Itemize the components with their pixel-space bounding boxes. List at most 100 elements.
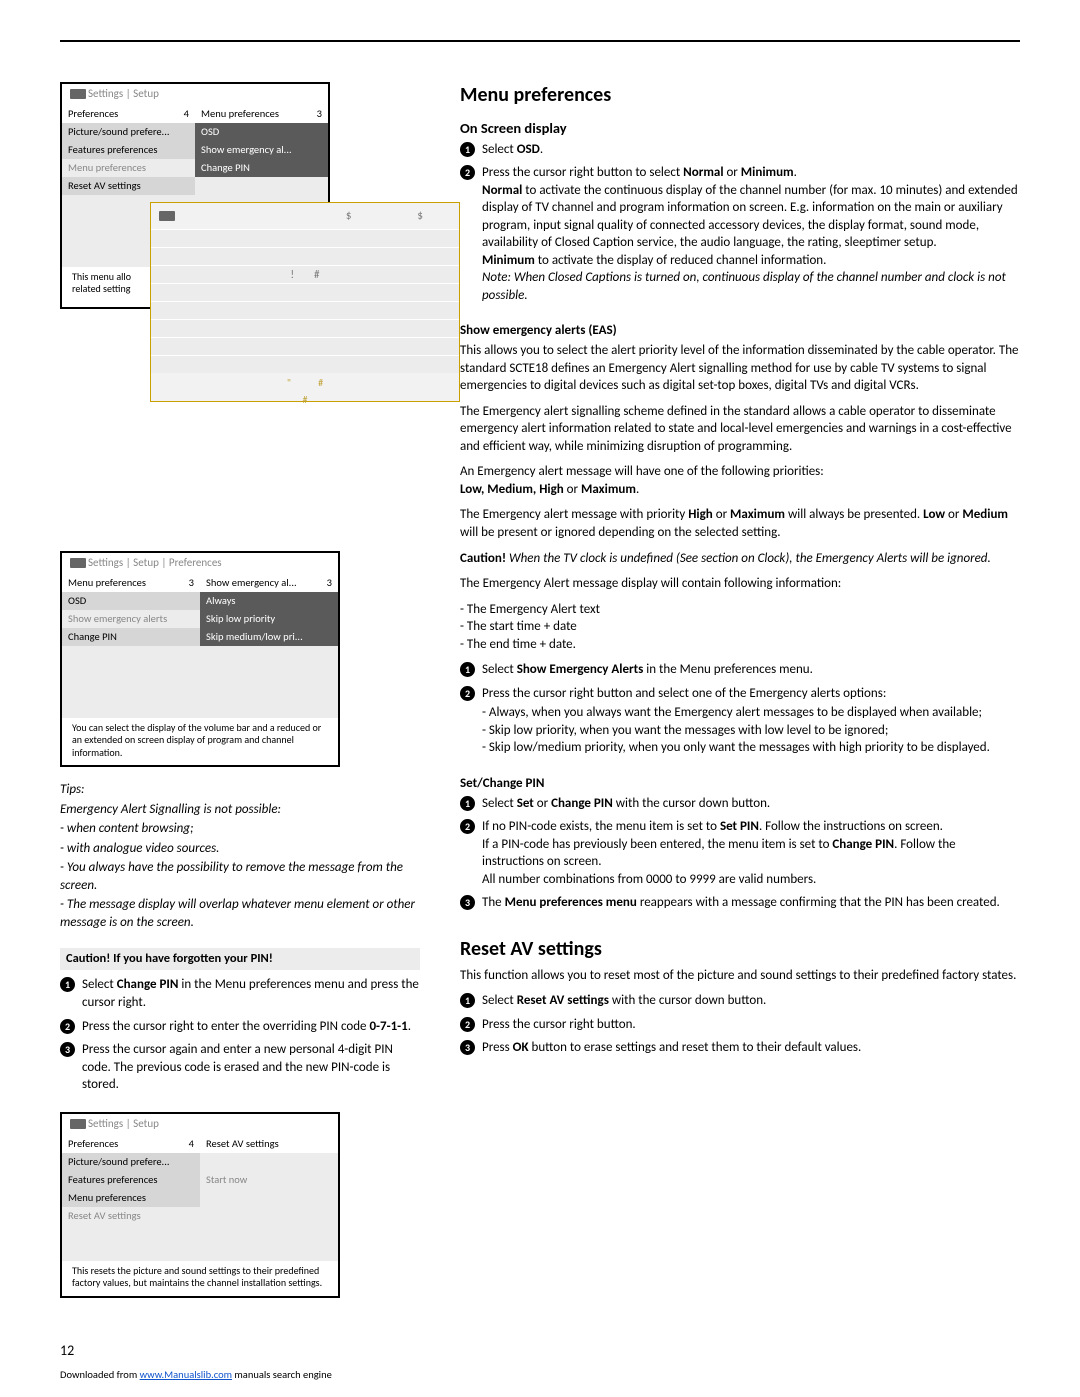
list-item: Always	[200, 592, 338, 610]
body-text: The Emergency alert signalling scheme de…	[460, 403, 1020, 456]
left-column: Settings | Setup Preferences 4 Picture/so…	[60, 82, 420, 1312]
caution-text: Caution! When the TV clock is undefined …	[460, 550, 1020, 568]
list-item: Skip low priority, when you want the mes…	[482, 722, 1020, 740]
col-header: Show emergency al...	[206, 576, 297, 590]
body-text: The Emergency Alert message display will…	[460, 575, 1020, 593]
heading-osd: On Screen display	[460, 119, 1020, 139]
tips-line: Emergency Alert Signalling is not possib…	[60, 801, 420, 819]
tips-title: Tips:	[60, 781, 420, 799]
step-3: The Menu preferences menu reappears with…	[460, 894, 1020, 912]
heading-set-change-pin: Set/Change PIN	[460, 775, 1020, 793]
caption-text: This menu allo	[72, 270, 131, 283]
list-item: Features preferences	[62, 141, 195, 159]
reset-steps: Select Reset AV settings with the cursor…	[460, 992, 1020, 1057]
body-text: This allows you to select the alert prio…	[460, 342, 1020, 395]
heading-menu-preferences: Menu preferences	[460, 82, 1020, 109]
heading-reset-av: Reset AV settings	[460, 936, 1020, 963]
step-1: Select Change PIN in the Menu preference…	[60, 976, 420, 1011]
horizontal-rule	[60, 40, 1020, 42]
caption-text: related setting	[72, 282, 130, 295]
overlay-symbol: #	[318, 376, 323, 389]
tv-icon	[159, 211, 175, 221]
overlay-symbol: "	[287, 376, 291, 389]
caption-text: This resets the picture and sound settin…	[62, 1261, 338, 1296]
tips-line: - You always have the possibility to rem…	[60, 859, 420, 894]
tv-icon	[70, 558, 86, 568]
list-item: Skip low priority	[200, 610, 338, 628]
menu-screenshot-3: Settings | Setup Preferences4 Picture/so…	[60, 1112, 340, 1298]
right-column: Menu preferences On Screen display Selec…	[460, 82, 1020, 1312]
step-2: If no PIN-code exists, the menu item is …	[460, 818, 1020, 888]
menu-screenshot-1-wrap: Settings | Setup Preferences 4 Picture/so…	[60, 82, 420, 533]
tv-icon	[70, 89, 86, 99]
list-item: Change PIN	[62, 628, 200, 646]
list-item: Skip medium/low pri...	[200, 628, 338, 646]
list-item: Show emergency al...	[195, 141, 328, 159]
list-item: Reset AV settings	[62, 177, 195, 195]
step-1: Select Set or Change PIN with the cursor…	[460, 795, 1020, 813]
tips-line: - The message display will overlap whate…	[60, 896, 420, 931]
step-1: Select OSD.	[460, 141, 1020, 159]
list-item: Reset AV settings	[62, 1207, 200, 1225]
step-2: Press the cursor right button.	[460, 1016, 1020, 1034]
col-badge: 3	[317, 107, 322, 121]
col-badge: 4	[189, 1137, 194, 1151]
col-header: Preferences	[68, 107, 118, 121]
list-item: Start now	[200, 1171, 338, 1189]
overlay-symbol: #	[314, 268, 319, 281]
pin-steps: Select Set or Change PIN with the cursor…	[460, 795, 1020, 912]
breadcrumb: Settings | Setup | Preferences	[88, 556, 222, 569]
step-3: Press the cursor again and enter a new p…	[60, 1041, 420, 1094]
list-item: The end time + date.	[460, 636, 1020, 654]
col-header: Menu preferences	[201, 107, 279, 121]
page-number: 12	[60, 1342, 1020, 1361]
note-text: Note: When Closed Captions is turned on,…	[482, 270, 1006, 303]
step-1: Select Reset AV settings with the cursor…	[460, 992, 1020, 1010]
overlay-symbol: $	[417, 209, 423, 224]
step-2: Press the cursor right to enter the over…	[60, 1018, 420, 1036]
list-item: Picture/sound prefere...	[62, 123, 195, 141]
list-item: OSD	[195, 123, 328, 141]
two-column-layout: Settings | Setup Preferences 4 Picture/so…	[60, 82, 1020, 1312]
list-item: Skip low/medium priority, when you only …	[482, 739, 1020, 757]
step-1: Select Show Emergency Alerts in the Menu…	[460, 661, 1020, 679]
list-item: Features preferences	[62, 1171, 200, 1189]
col-header: Reset AV settings	[206, 1137, 279, 1151]
step-3: Press OK button to erase settings and re…	[460, 1039, 1020, 1057]
tips-line: - with analogue video sources.	[60, 840, 420, 858]
caption-text: You can select the display of the volume…	[62, 718, 338, 766]
breadcrumb: Settings | Setup	[88, 1117, 159, 1130]
col-badge: 3	[189, 576, 194, 590]
caution-bar: Caution! If you have forgotten your PIN!	[60, 948, 420, 971]
overlay-symbol: #	[303, 393, 308, 406]
list-item: Always, when you always want the Emergen…	[482, 704, 1020, 722]
body-text: An Emergency alert message will have one…	[460, 463, 1020, 498]
overlay-popup: $ $ ! # " # #	[150, 202, 460, 402]
col-badge: 4	[184, 107, 189, 121]
tips-block: Tips: Emergency Alert Signalling is not …	[60, 781, 420, 931]
list-item: OSD	[62, 592, 200, 610]
step-2: Press the cursor right button to select …	[460, 164, 1020, 304]
footer-link[interactable]: www.Manualslib.com	[140, 1368, 232, 1381]
list-item: The Emergency Alert text	[460, 601, 1020, 619]
overlay-symbol: !	[291, 268, 295, 281]
eas-info-list: The Emergency Alert text The start time …	[460, 601, 1020, 654]
body-text: This function allows you to reset most o…	[460, 967, 1020, 985]
breadcrumb: Settings | Setup	[88, 87, 159, 100]
tips-line: - when content browsing;	[60, 820, 420, 838]
heading-eas: Show emergency alerts (EAS)	[460, 322, 1020, 340]
overlay-symbol: $	[346, 209, 352, 224]
list-item: Menu preferences	[62, 1189, 200, 1207]
osd-steps: Select OSD. Press the cursor right butto…	[460, 141, 1020, 305]
col-badge: 3	[327, 576, 332, 590]
step-2: Press the cursor right button and select…	[460, 685, 1020, 757]
menu-screenshot-2: Settings | Setup | Preferences Menu pref…	[60, 551, 340, 767]
list-item: Menu preferences	[62, 159, 195, 177]
list-item: The start time + date	[460, 618, 1020, 636]
list-item: Picture/sound prefere...	[62, 1153, 200, 1171]
eas-steps: Select Show Emergency Alerts in the Menu…	[460, 661, 1020, 757]
tv-icon	[70, 1119, 86, 1129]
pin-recovery-steps: Select Change PIN in the Menu preference…	[60, 976, 420, 1093]
list-item: Change PIN	[195, 159, 328, 177]
footer: Downloaded from www.Manualslib.com manua…	[60, 1368, 1020, 1382]
